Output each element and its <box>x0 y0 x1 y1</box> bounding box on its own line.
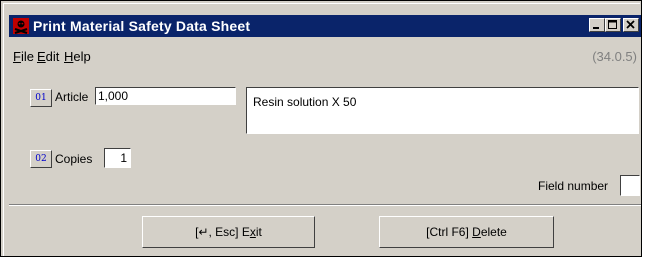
menu-edit-accel: E <box>37 49 46 64</box>
delete-button-label-post: elete <box>480 225 507 239</box>
delete-button[interactable]: [Ctrl F6] Delete <box>379 216 554 248</box>
menu-edit-label: dit <box>45 49 60 64</box>
minimize-icon <box>593 27 599 29</box>
article-label: Article <box>55 90 89 104</box>
menu-file-accel: F <box>13 49 21 64</box>
button-panel: [↵, Esc] Exit [Ctrl F6] Delete <box>9 204 641 256</box>
menu-help[interactable]: Help <box>64 49 91 64</box>
delete-button-accel: D <box>472 225 481 239</box>
menu-file[interactable]: File <box>13 49 34 64</box>
title-bar[interactable]: Print Material Safety Data Sheet <box>9 15 641 37</box>
window-title: Print Material Safety Data Sheet <box>33 18 251 34</box>
copies-input[interactable]: 1 <box>104 148 131 168</box>
menu-help-accel: H <box>64 49 74 64</box>
close-icon <box>626 20 635 29</box>
delete-button-label-pre: [Ctrl F6] <box>426 225 473 239</box>
version-label: (34.0.5) <box>592 49 637 64</box>
menu-help-label: elp <box>73 49 91 64</box>
exit-button-label-post: it <box>255 225 262 239</box>
field-number-input[interactable] <box>620 175 640 196</box>
field-01-button[interactable]: 01 <box>30 89 52 107</box>
close-button[interactable] <box>623 18 639 32</box>
menu-file-label: ile <box>20 49 34 64</box>
maximize-icon <box>608 20 617 29</box>
minimize-button[interactable] <box>589 18 605 32</box>
menu-edit[interactable]: Edit <box>37 49 59 64</box>
field-number-label: Field number <box>538 179 609 193</box>
description-field: Resin solution X 50 <box>246 87 639 134</box>
copies-label: Copies <box>55 152 93 166</box>
exit-button-label-pre: [↵, Esc] E <box>195 225 250 239</box>
article-input[interactable]: 1,000 <box>95 87 236 105</box>
field-02-button[interactable]: 02 <box>30 150 52 168</box>
menu-bar: File Edit Help (34.0.5) <box>9 49 641 67</box>
exit-button[interactable]: [↵, Esc] Exit <box>142 216 315 248</box>
application-window: Print Material Safety Data Sheet File Ed… <box>0 0 642 257</box>
hazard-app-icon[interactable] <box>13 18 29 34</box>
maximize-button[interactable] <box>605 18 621 32</box>
